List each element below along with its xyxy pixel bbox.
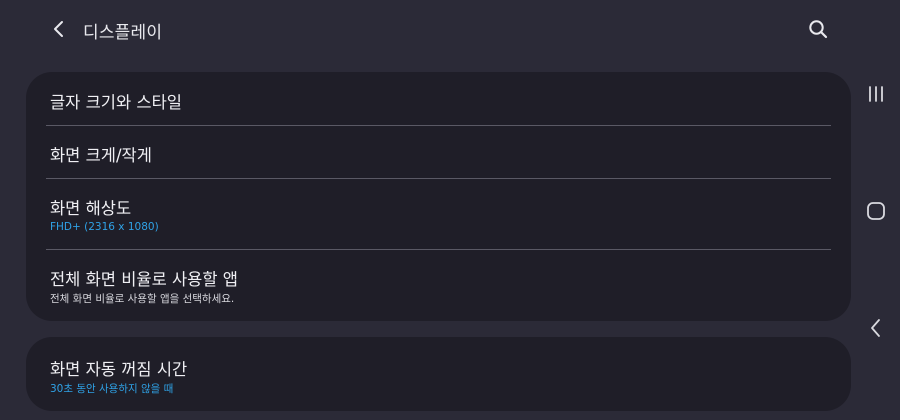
setting-font-size-style[interactable]: 글자 크기와 스타일 — [46, 72, 831, 125]
home-button[interactable] — [864, 199, 888, 223]
setting-screen-zoom[interactable]: 화면 크게/작게 — [46, 126, 831, 179]
setting-label: 화면 자동 꺼짐 시간 — [50, 360, 188, 379]
back-button[interactable] — [46, 16, 72, 42]
settings-group-display: 글자 크기와 스타일 화면 크게/작게 화면 해상도 FHD+ (2316 x … — [26, 72, 851, 321]
setting-value: 30초 동안 사용하지 않을 때 — [50, 383, 174, 395]
setting-value: FHD+ (2316 x 1080) — [50, 221, 159, 233]
setting-screen-resolution[interactable]: 화면 해상도 FHD+ (2316 x 1080) — [46, 179, 831, 249]
recents-icon — [869, 86, 883, 102]
back-nav-icon — [871, 319, 880, 337]
setting-description: 전체 화면 비율로 사용할 앱을 선택하세요. — [50, 293, 235, 305]
setting-label: 화면 크게/작게 — [50, 146, 152, 165]
display-settings-screen: 디스플레이 글자 크기와 스타일 화면 크게/작게 화면 해상도 FHD+ (2… — [0, 0, 900, 420]
setting-label: 글자 크기와 스타일 — [50, 93, 182, 112]
system-navigation-bar — [852, 0, 900, 420]
search-icon — [809, 20, 828, 39]
setting-screen-timeout[interactable]: 화면 자동 꺼짐 시간 30초 동안 사용하지 않을 때 — [46, 337, 831, 411]
app-bar: 디스플레이 — [0, 0, 852, 58]
search-button[interactable] — [805, 16, 831, 42]
setting-label: 화면 해상도 — [50, 199, 132, 218]
page-title: 디스플레이 — [83, 23, 163, 43]
back-nav-button[interactable] — [864, 316, 888, 340]
chevron-left-icon — [54, 21, 63, 37]
home-icon — [867, 202, 885, 220]
settings-group-timeout: 화면 자동 꺼짐 시간 30초 동안 사용하지 않을 때 — [26, 337, 851, 411]
setting-label: 전체 화면 비율로 사용할 앱 — [50, 270, 238, 289]
setting-full-screen-apps[interactable]: 전체 화면 비율로 사용할 앱 전체 화면 비율로 사용할 앱을 선택하세요. — [46, 250, 831, 320]
recents-button[interactable] — [864, 82, 888, 106]
